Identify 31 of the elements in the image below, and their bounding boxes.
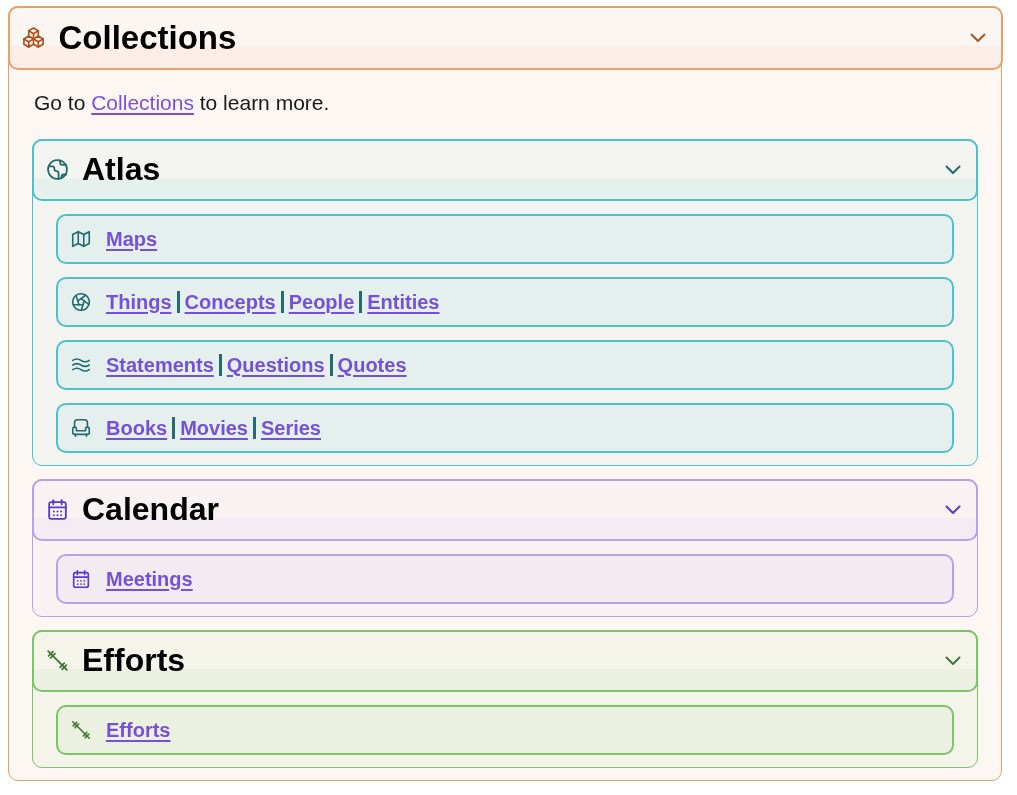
collections-link[interactable]: Collections [91, 90, 194, 114]
dumbbell-icon [70, 718, 92, 741]
nav-link[interactable]: Maps [106, 225, 158, 252]
nav-link[interactable]: Meetings [106, 565, 193, 592]
calendar-icon [45, 497, 70, 522]
chevron-down-icon[interactable] [945, 655, 961, 666]
nav-link[interactable]: Books [106, 414, 168, 441]
nav-link[interactable]: Concepts [184, 288, 276, 315]
nav-link[interactable]: Things [106, 288, 172, 315]
cubes-icon [21, 26, 45, 49]
chevron-down-icon[interactable] [945, 504, 961, 515]
nav-link[interactable]: Movies [180, 414, 248, 441]
nav-link[interactable]: Series [260, 414, 321, 441]
nav-link[interactable]: Questions [226, 351, 325, 378]
chevron-down-icon[interactable] [945, 164, 961, 175]
globe-icon [45, 157, 70, 182]
section-title: Calendar [82, 490, 219, 529]
intro-text: Go to Collections to learn more. [34, 89, 331, 116]
section-title: Atlas [82, 150, 161, 189]
nav-link[interactable]: Statements [106, 351, 214, 378]
aperture-icon [70, 290, 92, 313]
panel-title: Collections [58, 17, 237, 58]
nav-link[interactable]: Quotes [337, 351, 407, 378]
section-title: Efforts [82, 641, 186, 680]
armchair-icon [70, 416, 92, 439]
calendar-icon [70, 567, 92, 590]
nav-link[interactable]: People [288, 288, 355, 315]
chevron-down-icon[interactable] [969, 32, 986, 43]
nav-link[interactable]: Efforts [106, 716, 171, 743]
nav-link[interactable]: Entities [367, 288, 440, 315]
dumbbell-icon [45, 648, 70, 673]
